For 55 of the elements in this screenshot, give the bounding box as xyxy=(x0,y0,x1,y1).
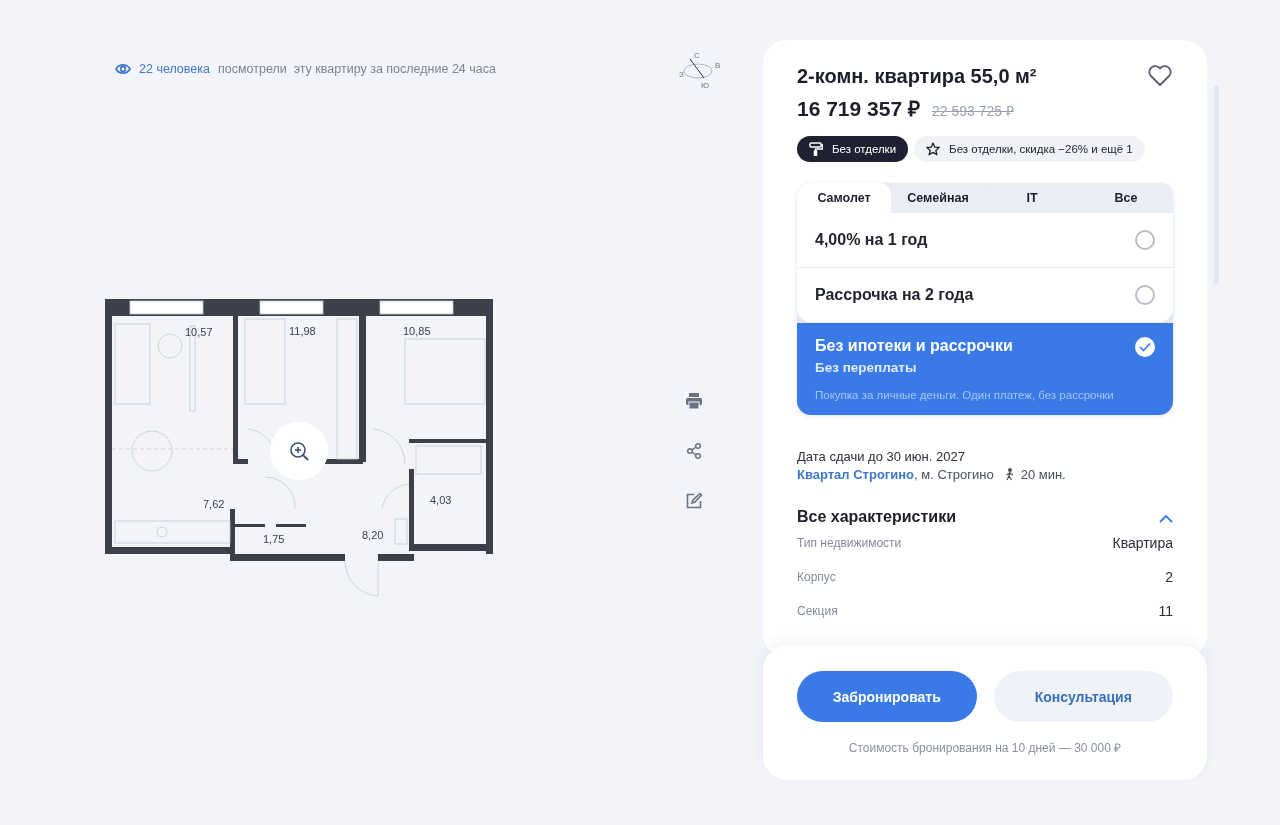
share-button[interactable] xyxy=(685,442,703,460)
paint-roller-icon xyxy=(809,142,823,156)
room-area: 10,85 xyxy=(403,325,431,337)
delivery-date: Дата сдачи до 30 июн. 2027 xyxy=(797,449,966,464)
spec-value: Квартира xyxy=(1112,535,1173,551)
views-text: посмотрели эту квартиру за последние 24 часа xyxy=(217,62,496,76)
spec-value: 11 xyxy=(1158,603,1173,619)
spec-label: Секция xyxy=(797,604,838,618)
eye-icon xyxy=(115,62,131,76)
walk-time: 20 мин. xyxy=(1020,467,1066,482)
edit-button[interactable] xyxy=(685,492,703,510)
room-area: 1,75 xyxy=(263,533,285,545)
payment-option[interactable]: Рассрочка на 2 года xyxy=(797,268,1173,323)
metro-station: , м. Строгино xyxy=(914,467,994,482)
check-icon xyxy=(1139,342,1151,352)
compass-letter: Ю xyxy=(701,81,710,90)
compass-letter: В xyxy=(715,61,720,70)
filter-chip[interactable]: Без отделки, скидка −26% и ещё 1 xyxy=(914,136,1145,162)
walking-person-icon xyxy=(1003,468,1015,481)
consult-button[interactable]: Консультация xyxy=(993,671,1173,722)
spec-label: Корпус xyxy=(797,570,836,584)
payment-option[interactable]: 4,00% на 1 год xyxy=(797,213,1173,268)
filter-chip[interactable]: Без отделки xyxy=(797,136,909,162)
option-subtitle: Без переплаты xyxy=(815,360,918,375)
room-area: 11,98 xyxy=(289,325,316,337)
collapse-button[interactable] xyxy=(1159,512,1173,522)
old-price: 22 593 725 ₽ xyxy=(931,102,1014,120)
section-title: Все характеристики xyxy=(797,508,957,526)
zoom-in-icon xyxy=(289,441,309,461)
option-title: Без ипотеки и рассрочки xyxy=(815,337,1014,355)
room-area: 10,57 xyxy=(185,326,213,338)
option-note: Покупка за личные деньги. Один платеж, без рассрочки xyxy=(815,389,1114,401)
spec-value: 2 xyxy=(1165,569,1173,585)
printer-button[interactable] xyxy=(685,392,703,410)
price: 16 719 357 ₽ xyxy=(797,96,920,122)
radio-button[interactable] xyxy=(1135,337,1155,357)
spec-label: Тип недвижимости xyxy=(797,536,902,550)
radio-button[interactable] xyxy=(1135,230,1155,250)
tab[interactable]: Самолет xyxy=(797,183,891,213)
book-button[interactable]: Забронировать xyxy=(797,671,977,722)
booking-note: Стоимость бронирования на 10 дней — 30 000 ₽ xyxy=(847,740,1123,756)
radio-button[interactable] xyxy=(1135,285,1155,305)
room-area: 7,62 xyxy=(203,498,225,510)
favorite-button[interactable] xyxy=(1147,64,1173,88)
payment-option[interactable]: Без ипотеки и рассрочки Без переплаты Покупка за личные деньги. Один платеж, без рассрочки xyxy=(797,323,1173,415)
view-count: 22 человека xyxy=(139,62,210,76)
compass-letter: З xyxy=(679,70,684,79)
compass-letter: С xyxy=(694,51,700,60)
star-icon xyxy=(926,142,941,156)
compass-icon xyxy=(683,58,713,79)
option-title: Рассрочка на 2 года xyxy=(815,286,974,304)
room-area: 4,03 xyxy=(430,494,452,506)
listing-title: 2-комн. квартира 55,0 м² xyxy=(797,64,1037,88)
room-area: 8,20 xyxy=(362,529,384,541)
option-title: 4,00% на 1 год xyxy=(815,231,928,249)
